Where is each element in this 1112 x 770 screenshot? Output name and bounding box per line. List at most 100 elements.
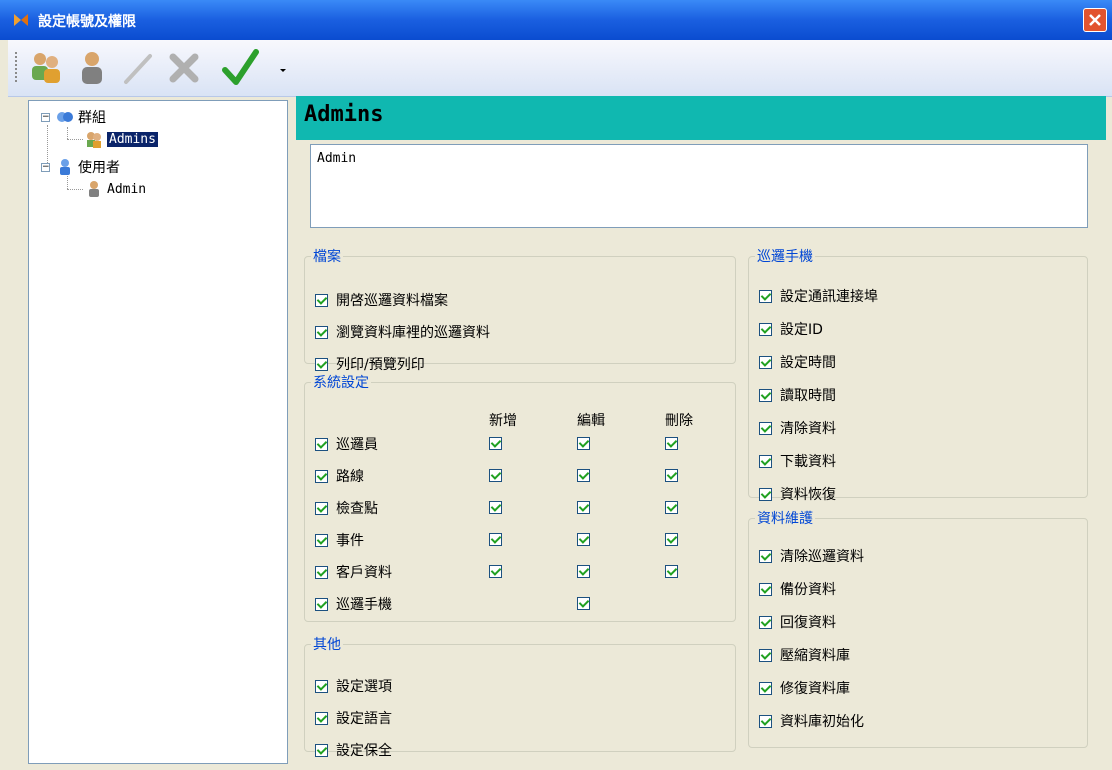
- files-legend: 檔案: [313, 249, 341, 265]
- device-group: 巡邏手機 設定通訊連接埠 設定ID 設定時間讀取時間清除資料下載資料資料恢復: [748, 246, 1088, 503]
- checkbox-maintenance-4[interactable]: 修復資料庫: [759, 678, 850, 698]
- checkbox-system-del-3[interactable]: [665, 533, 678, 546]
- delete-icon: [169, 53, 199, 83]
- toolbar-grip[interactable]: [15, 52, 19, 82]
- checkbox-system-del-4[interactable]: [665, 565, 678, 578]
- tree-node-groups[interactable]: − 群組: [41, 107, 106, 127]
- checkbox[interactable]: [759, 648, 772, 662]
- tree-label-groups: 群組: [78, 110, 106, 126]
- chevron-down-icon[interactable]: [278, 65, 288, 75]
- close-icon: [1089, 14, 1101, 26]
- checkbox-maintenance-0[interactable]: 清除巡邏資料: [759, 546, 864, 566]
- checkbox-maintenance-2[interactable]: 回復資料: [759, 612, 836, 632]
- checkbox-maintenance-3[interactable]: 壓縮資料庫: [759, 645, 850, 665]
- checkbox-system-add-2[interactable]: [489, 501, 502, 514]
- checkbox-system-edit-0[interactable]: [577, 437, 590, 450]
- checkbox-device-4[interactable]: 清除資料: [759, 418, 836, 438]
- checkbox[interactable]: [759, 615, 772, 629]
- tree-label-admins: Admins: [107, 131, 158, 147]
- checkbox[interactable]: [315, 501, 328, 515]
- checkbox-system-3[interactable]: 事件: [315, 530, 364, 550]
- checkbox[interactable]: [759, 388, 772, 402]
- checkbox-system-add-0[interactable]: [489, 437, 502, 450]
- checkbox-system-edit-5[interactable]: [577, 597, 590, 610]
- checkbox-system-5[interactable]: 巡邏手機: [315, 594, 392, 614]
- checkbox[interactable]: [315, 743, 328, 757]
- checkbox[interactable]: [759, 289, 772, 303]
- checkbox-system-2[interactable]: 檢查點: [315, 498, 378, 518]
- checkbox-system-add-3[interactable]: [489, 533, 502, 546]
- checkbox-other-1[interactable]: 設定語言: [315, 708, 392, 728]
- checkbox[interactable]: [315, 533, 328, 547]
- checkbox-system-edit-2[interactable]: [577, 501, 590, 514]
- other-legend: 其他: [313, 637, 341, 653]
- checkbox[interactable]: [759, 681, 772, 695]
- account-tree: − 群組 Admins − 使用者 Admin: [28, 100, 288, 764]
- delete-button[interactable]: [164, 48, 204, 88]
- title-bar: 設定帳號及權限: [0, 0, 1112, 40]
- checkbox-files-0[interactable]: 開啓巡邏資料檔案: [315, 290, 448, 310]
- checkbox[interactable]: [315, 293, 328, 307]
- apply-button[interactable]: [220, 48, 260, 88]
- edit-button[interactable]: [118, 48, 158, 88]
- description-textarea[interactable]: Admin: [310, 144, 1088, 228]
- tree-node-admin[interactable]: Admin: [85, 179, 146, 199]
- checkbox[interactable]: [759, 582, 772, 596]
- tree-node-users[interactable]: − 使用者: [41, 157, 120, 177]
- checkbox-system-del-2[interactable]: [665, 501, 678, 514]
- checkbox-device-6[interactable]: 資料恢復: [759, 484, 836, 504]
- checkbox[interactable]: [759, 714, 772, 728]
- checkbox[interactable]: [759, 549, 772, 563]
- checkbox-device-0[interactable]: 設定通訊連接埠: [759, 286, 878, 306]
- checkbox[interactable]: [759, 421, 772, 435]
- toolbar: [8, 40, 1112, 97]
- window-title: 設定帳號及權限: [38, 14, 136, 30]
- checkbox-other-2[interactable]: 設定保全: [315, 740, 392, 760]
- checkbox[interactable]: [315, 357, 328, 371]
- device-legend: 巡邏手機: [757, 249, 813, 265]
- checkbox-system-edit-1[interactable]: [577, 469, 590, 482]
- checkbox-maintenance-1[interactable]: 備份資料: [759, 579, 836, 599]
- checkbox[interactable]: [315, 679, 328, 693]
- checkbox-device-3[interactable]: 讀取時間: [759, 385, 836, 405]
- checkbox-system-add-4[interactable]: [489, 565, 502, 578]
- collapse-toggle[interactable]: −: [41, 162, 50, 172]
- maintenance-group: 資料維護 清除巡邏資料 備份資料 回復資料 壓縮資料庫 修復資料庫 資料庫初始化: [748, 508, 1088, 748]
- user-folder-icon: [60, 159, 70, 175]
- checkbox-system-del-0[interactable]: [665, 437, 678, 450]
- column-add: 新增: [489, 413, 517, 429]
- checkbox[interactable]: [315, 711, 328, 725]
- checkbox-maintenance-5[interactable]: 資料庫初始化: [759, 711, 864, 731]
- app-icon: [14, 14, 28, 26]
- checkbox[interactable]: [759, 355, 772, 369]
- files-group: 檔案 開啓巡邏資料檔案 瀏覽資料庫裡的巡邏資料 列印/預覽列印: [304, 246, 736, 373]
- add-group-button[interactable]: [26, 48, 66, 88]
- checkbox-files-1[interactable]: 瀏覽資料庫裡的巡邏資料: [315, 322, 490, 342]
- checkbox[interactable]: [315, 437, 328, 451]
- checkbox-system-1[interactable]: 路線: [315, 466, 364, 486]
- checkbox-files-2[interactable]: 列印/預覽列印: [315, 354, 425, 374]
- checkbox[interactable]: [759, 454, 772, 468]
- users-icon: [87, 132, 101, 148]
- checkbox[interactable]: [759, 322, 772, 336]
- checkbox[interactable]: [315, 565, 328, 579]
- checkbox-system-0[interactable]: 巡邏員: [315, 434, 378, 454]
- checkbox-device-5[interactable]: 下載資料: [759, 451, 836, 471]
- close-button[interactable]: [1083, 8, 1107, 32]
- checkbox-device-1[interactable]: 設定ID: [759, 319, 823, 339]
- checkbox-device-2[interactable]: 設定時間: [759, 352, 836, 372]
- checkbox-system-edit-3[interactable]: [577, 533, 590, 546]
- checkmark-icon: [222, 49, 259, 85]
- checkbox-system-edit-4[interactable]: [577, 565, 590, 578]
- checkbox-system-add-1[interactable]: [489, 469, 502, 482]
- checkbox[interactable]: [315, 597, 328, 611]
- checkbox-system-del-1[interactable]: [665, 469, 678, 482]
- checkbox-other-0[interactable]: 設定選項: [315, 676, 392, 696]
- checkbox[interactable]: [759, 487, 772, 501]
- add-user-button[interactable]: [72, 48, 112, 88]
- tree-node-admins[interactable]: Admins: [85, 129, 158, 149]
- collapse-toggle[interactable]: −: [41, 112, 50, 122]
- checkbox[interactable]: [315, 469, 328, 483]
- checkbox-system-4[interactable]: 客戶資料: [315, 562, 392, 582]
- checkbox[interactable]: [315, 325, 328, 339]
